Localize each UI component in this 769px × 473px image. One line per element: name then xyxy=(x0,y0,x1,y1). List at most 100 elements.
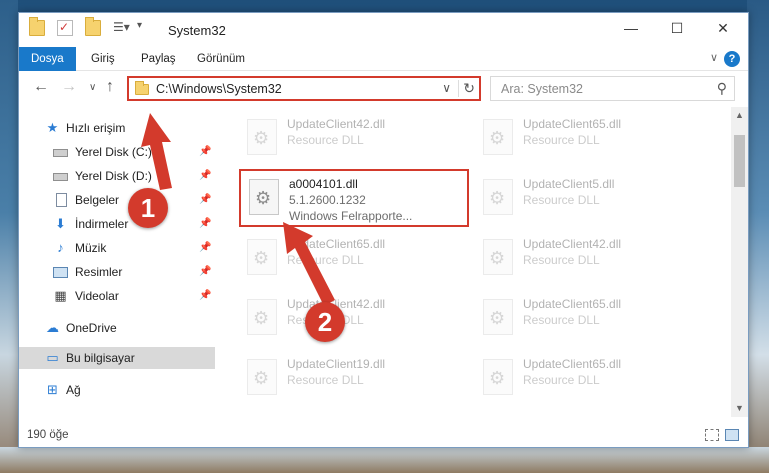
pin-icon[interactable]: 📌 xyxy=(199,141,211,163)
sidebar-item-pictures[interactable]: Resimler 📌 xyxy=(19,261,215,283)
videos-icon: ▦ xyxy=(54,288,67,303)
sidebar-item-videos[interactable]: ▦ Videolar 📌 xyxy=(19,285,215,307)
file-description: Resource DLL xyxy=(523,253,600,267)
drive-icon xyxy=(53,149,68,157)
scroll-up-icon[interactable]: ▲ xyxy=(731,107,748,124)
file-name: UpdateClient42.dll xyxy=(523,237,622,251)
sidebar-item-label: Ağ xyxy=(66,383,81,397)
search-field[interactable]: Ara: System32 ⚲ xyxy=(490,76,735,101)
pin-icon[interactable]: 📌 xyxy=(199,261,211,283)
file-name: UpdateClient19.dll xyxy=(287,357,386,371)
forward-button[interactable]: → xyxy=(61,78,77,96)
sidebar-item-label: Resimler xyxy=(75,265,123,279)
callout-2: 2 xyxy=(305,302,345,342)
address-dropdown-icon[interactable]: ∨ xyxy=(442,81,451,95)
sidebar-item-music[interactable]: ♪ Müzik 📌 xyxy=(19,237,215,259)
dll-file-icon xyxy=(483,299,513,335)
computer-icon: ▭ xyxy=(46,350,59,365)
dll-file-icon xyxy=(483,119,513,155)
file-item[interactable]: UpdateClient65.dll Resource DLL xyxy=(475,351,705,407)
sidebar-item-this-pc[interactable]: ▭ Bu bilgisayar xyxy=(19,347,215,369)
download-icon: ⬇ xyxy=(55,216,66,231)
dll-file-icon xyxy=(249,179,279,215)
file-item[interactable]: UpdateClient65.dll Resource DLL xyxy=(475,111,705,167)
sidebar-item-label: Müzik xyxy=(75,241,107,255)
file-description: Resource DLL xyxy=(523,373,600,387)
drive-icon xyxy=(53,173,68,181)
tab-view[interactable]: Görünüm xyxy=(185,47,257,71)
desktop-background-bottom xyxy=(0,447,769,473)
recent-locations-button[interactable]: ∨ xyxy=(89,82,96,93)
file-name: UpdateClient65.dll xyxy=(523,297,622,311)
dll-file-icon xyxy=(247,119,277,155)
new-folder-icon[interactable] xyxy=(85,17,101,36)
file-version: 5.1.2600.1232 xyxy=(289,193,366,207)
file-description: Resource DLL xyxy=(523,133,600,147)
file-item[interactable]: UpdateClient42.dll Resource DLL xyxy=(475,231,705,287)
address-bar[interactable]: C:\Windows\System32 ∨ ↻ xyxy=(127,76,481,101)
dll-file-icon xyxy=(483,179,513,215)
tab-share[interactable]: Paylaş xyxy=(129,47,188,71)
tab-file[interactable]: Dosya xyxy=(19,47,76,71)
explorer-window: ☰▾ ▾ System32 — ☐ ✕ Dosya Giriş Paylaş G… xyxy=(18,12,749,448)
desktop-background-right xyxy=(747,0,769,473)
dll-file-icon xyxy=(247,359,277,395)
minimize-button[interactable]: — xyxy=(608,13,654,43)
details-view-icon[interactable] xyxy=(705,429,719,441)
file-item-highlighted[interactable]: a0004101.dll 5.1.2600.1232 Windows Felra… xyxy=(239,169,469,227)
customize-toolbar-icon[interactable]: ☰▾ xyxy=(113,20,130,36)
scroll-down-icon[interactable]: ▼ xyxy=(731,400,748,417)
file-item[interactable]: UpdateClient19.dll Resource DLL xyxy=(239,351,469,407)
dll-file-icon xyxy=(247,299,277,335)
properties-icon[interactable] xyxy=(57,20,73,36)
search-icon[interactable]: ⚲ xyxy=(717,80,727,97)
vertical-scrollbar[interactable]: ▲ ▼ xyxy=(731,107,748,417)
qa-dropdown-icon[interactable]: ▾ xyxy=(137,20,153,36)
sidebar-item-quick-access[interactable]: ★ Hızlı erişim xyxy=(19,117,215,139)
back-button[interactable]: ← xyxy=(33,78,49,96)
up-button[interactable]: ↑ xyxy=(106,78,114,96)
file-item[interactable]: UpdateClient5.dll Resource DLL xyxy=(475,171,705,227)
file-item[interactable]: UpdateClient42.dll Resource DLL xyxy=(239,291,469,347)
file-description: Resource DLL xyxy=(523,193,600,207)
sidebar-item-label: Belgeler xyxy=(75,193,120,207)
file-description: Resource DLL xyxy=(287,373,364,387)
documents-icon xyxy=(56,193,67,207)
sidebar-item-documents[interactable]: Belgeler 📌 xyxy=(19,189,215,211)
ribbon-collapse-icon[interactable]: ∨ xyxy=(710,51,718,64)
refresh-icon[interactable]: ↻ xyxy=(458,80,475,97)
title-bar: ☰▾ ▾ System32 — ☐ ✕ xyxy=(19,13,748,47)
tiles-view-icon[interactable] xyxy=(725,429,739,441)
desktop-background-left xyxy=(0,0,18,473)
file-item[interactable]: UpdateClient65.dll Resource DLL xyxy=(239,231,469,287)
folder-icon[interactable] xyxy=(29,17,45,36)
sidebar-item-network[interactable]: ⊞ Ağ xyxy=(19,379,215,401)
file-name: UpdateClient5.dll xyxy=(523,177,615,191)
sidebar-item-local-disk-c[interactable]: Yerel Disk (C:) 📌 xyxy=(19,141,215,163)
music-icon: ♪ xyxy=(57,240,64,255)
pin-icon[interactable]: 📌 xyxy=(199,189,211,211)
dll-file-icon xyxy=(483,359,513,395)
pin-icon[interactable]: 📌 xyxy=(199,213,211,235)
file-description: Resource DLL xyxy=(523,313,600,327)
tab-home[interactable]: Giriş xyxy=(79,47,127,71)
help-icon[interactable]: ? xyxy=(724,51,740,67)
file-name: UpdateClient65.dll xyxy=(287,237,386,251)
close-button[interactable]: ✕ xyxy=(700,13,746,43)
scroll-thumb[interactable] xyxy=(734,135,745,187)
file-description: Windows Felrapporte... xyxy=(289,209,413,223)
sidebar-item-local-disk-d[interactable]: Yerel Disk (D:) 📌 xyxy=(19,165,215,187)
file-item[interactable]: UpdateClient42.dll Resource DLL xyxy=(239,111,469,167)
file-item[interactable]: UpdateClient65.dll Resource DLL xyxy=(475,291,705,347)
sidebar-item-onedrive[interactable]: ☁ OneDrive xyxy=(19,317,215,339)
sidebar-item-label: Yerel Disk (C:) xyxy=(75,145,152,159)
pin-icon[interactable]: 📌 xyxy=(199,237,211,259)
sidebar-item-downloads[interactable]: ⬇ İndirmeler 📌 xyxy=(19,213,215,235)
file-name: UpdateClient65.dll xyxy=(523,357,622,371)
maximize-button[interactable]: ☐ xyxy=(654,13,700,43)
pin-icon[interactable]: 📌 xyxy=(199,285,211,307)
address-path[interactable]: C:\Windows\System32 xyxy=(156,82,282,96)
pin-icon[interactable]: 📌 xyxy=(199,165,211,187)
star-icon: ★ xyxy=(46,120,59,135)
folder-icon xyxy=(135,81,149,95)
